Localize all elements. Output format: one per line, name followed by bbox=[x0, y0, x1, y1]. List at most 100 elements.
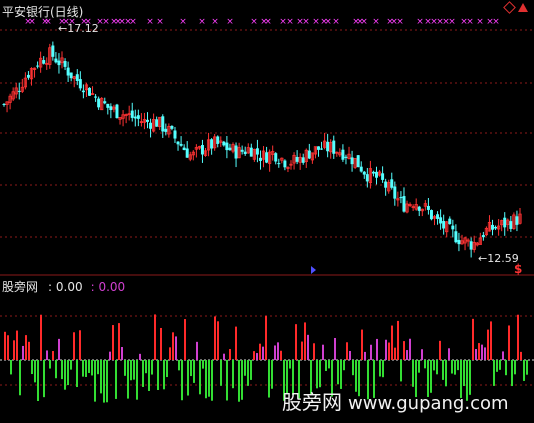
candle-body bbox=[442, 221, 446, 229]
play-marker bbox=[311, 266, 316, 274]
histogram-bar bbox=[208, 360, 210, 397]
candle-body bbox=[274, 153, 278, 162]
histogram-bar bbox=[478, 343, 480, 360]
histogram-bar bbox=[403, 341, 405, 360]
signal-x-marker: × bbox=[476, 17, 484, 27]
histogram-bar bbox=[139, 353, 141, 360]
histogram-bar bbox=[517, 314, 519, 360]
candle-body bbox=[66, 67, 70, 76]
histogram-bar bbox=[397, 320, 399, 360]
histogram-bar bbox=[244, 360, 246, 376]
histogram-bar bbox=[421, 349, 423, 360]
indicator-header: 股旁网: 0.00: 0.00 bbox=[2, 278, 125, 295]
histogram-bar bbox=[361, 329, 363, 360]
histogram-bar bbox=[97, 360, 99, 375]
histogram-bar bbox=[475, 349, 477, 360]
histogram-bar bbox=[142, 360, 144, 387]
up-triangle-icon[interactable] bbox=[518, 3, 528, 12]
histogram-bar bbox=[22, 345, 24, 360]
histogram-bar bbox=[100, 360, 102, 394]
histogram-bar bbox=[199, 360, 201, 395]
signal-x-marker: × bbox=[416, 17, 424, 27]
candle-body bbox=[115, 104, 119, 119]
signal-x-marker: × bbox=[179, 17, 187, 27]
histogram-bar bbox=[52, 351, 54, 360]
dollar-marker: $ bbox=[514, 262, 523, 276]
histogram-bar bbox=[103, 360, 105, 403]
candle-body bbox=[2, 104, 6, 106]
signal-x-marker: × bbox=[146, 17, 154, 27]
histogram-bar bbox=[274, 345, 276, 360]
candle-body bbox=[185, 148, 189, 158]
signal-x-marker: × bbox=[312, 17, 320, 27]
histogram-bar bbox=[385, 339, 387, 360]
histogram-bar bbox=[178, 360, 180, 371]
histogram-bar bbox=[439, 340, 441, 360]
stock-chart-window: × × × × × × × × × × × × × × × × × × × × × × × × × × × × × × × × × × × × × × × ×… bbox=[0, 0, 534, 423]
signal-x-marker: × bbox=[332, 17, 340, 27]
candle-body bbox=[350, 157, 354, 165]
histogram-bar bbox=[376, 338, 378, 360]
histogram-bar bbox=[91, 360, 93, 376]
histogram-bar bbox=[157, 360, 159, 390]
histogram-bar bbox=[193, 360, 195, 383]
histogram-bar bbox=[262, 346, 264, 360]
histogram-bar bbox=[382, 360, 384, 378]
histogram-bar bbox=[148, 360, 150, 391]
histogram-bar bbox=[13, 340, 15, 360]
histogram-bar bbox=[175, 336, 177, 360]
candle-body bbox=[146, 119, 150, 122]
histogram-bar bbox=[250, 360, 252, 380]
histogram-bar bbox=[106, 360, 108, 403]
chart-canvas[interactable]: ×× ×× ××× ×× ×× ××××× × × × × × × × ×× × × ×× × ×× × ××× × ×××… bbox=[0, 0, 534, 423]
histogram-bar bbox=[118, 323, 120, 360]
histogram-bar bbox=[184, 319, 186, 360]
histogram-bar bbox=[445, 360, 447, 387]
signal-x-marker: × bbox=[250, 17, 258, 27]
histogram-bar bbox=[235, 326, 237, 360]
signal-x-marker: × bbox=[102, 17, 110, 27]
candle-body bbox=[255, 148, 259, 155]
histogram-bar bbox=[145, 360, 147, 374]
histogram-bar bbox=[412, 360, 414, 387]
candle-body bbox=[457, 239, 461, 245]
candle-body bbox=[258, 157, 262, 161]
candle-body bbox=[164, 128, 168, 132]
candle-body bbox=[17, 90, 21, 92]
candle-body bbox=[356, 155, 360, 168]
candle-body bbox=[133, 116, 137, 119]
histogram-bar bbox=[268, 360, 270, 398]
histogram-bar bbox=[343, 360, 345, 371]
candle-body bbox=[69, 72, 73, 79]
candle-body bbox=[75, 74, 79, 81]
candle-body bbox=[103, 101, 107, 104]
histogram-bar bbox=[202, 360, 204, 369]
histogram-bar bbox=[265, 315, 267, 360]
histogram-bar bbox=[406, 350, 408, 360]
candle-body bbox=[57, 60, 61, 66]
candle-body bbox=[381, 173, 385, 180]
candle-body bbox=[494, 226, 498, 229]
histogram-bar bbox=[151, 360, 153, 375]
histogram-bar bbox=[424, 360, 426, 369]
histogram-bar bbox=[10, 360, 12, 375]
histogram-bar bbox=[457, 360, 459, 371]
histogram-bar bbox=[319, 360, 321, 388]
histogram-bar bbox=[307, 334, 309, 360]
candle-body bbox=[393, 186, 397, 199]
histogram-bar bbox=[160, 327, 162, 360]
signal-x-marker: × bbox=[211, 17, 219, 27]
signal-x-marker: × bbox=[448, 17, 456, 27]
histogram-bar bbox=[37, 360, 39, 402]
histogram-bar bbox=[109, 351, 111, 360]
signal-x-marker: × bbox=[156, 17, 164, 27]
candle-body bbox=[454, 231, 458, 243]
signal-x-marker: × bbox=[372, 17, 380, 27]
histogram-bar bbox=[253, 351, 255, 360]
histogram-bar bbox=[88, 360, 90, 373]
histogram-bar bbox=[76, 360, 78, 388]
histogram-bar bbox=[328, 360, 330, 369]
histogram-bar bbox=[370, 344, 372, 360]
histogram-bar bbox=[496, 360, 498, 372]
histogram-bar bbox=[181, 360, 183, 401]
